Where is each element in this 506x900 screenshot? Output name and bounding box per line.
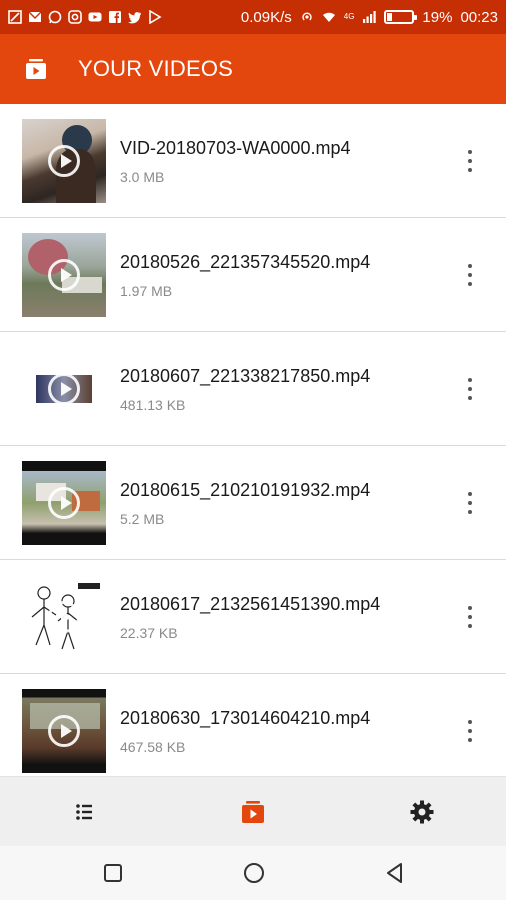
video-title: VID-20180703-WA0000.mp4 xyxy=(120,138,351,158)
nav-list-button[interactable] xyxy=(0,777,169,846)
video-list-item[interactable]: 20180617_2132561451390.mp4 22.37 KB xyxy=(0,560,506,674)
back-icon xyxy=(387,863,402,883)
more-options-icon[interactable] xyxy=(458,714,482,748)
play-icon xyxy=(48,487,80,519)
home-button[interactable] xyxy=(242,861,266,885)
video-thumbnail[interactable] xyxy=(22,233,106,317)
video-list[interactable]: VID-20180703-WA0000.mp4 3.0 MB 20180526_… xyxy=(0,104,506,776)
list-icon xyxy=(76,803,93,820)
videos-icon xyxy=(242,800,264,823)
nav-settings-button[interactable] xyxy=(337,777,506,846)
facebook-icon xyxy=(108,10,122,24)
video-thumbnail[interactable] xyxy=(22,119,106,203)
battery-percent: 19% xyxy=(422,8,453,26)
more-options-icon[interactable] xyxy=(458,486,482,520)
play-icon xyxy=(48,373,80,405)
play-icon xyxy=(48,601,80,633)
video-title: 20180630_173014604210.mp4 xyxy=(120,708,371,728)
more-options-icon[interactable] xyxy=(458,600,482,634)
more-options-icon[interactable] xyxy=(458,144,482,178)
video-list-item[interactable]: 20180607_221338217850.mp4 481.13 KB xyxy=(0,332,506,446)
play-icon xyxy=(48,715,80,747)
home-icon xyxy=(244,863,264,883)
app-bar: YOUR VIDEOS xyxy=(0,34,506,104)
nav-videos-button[interactable] xyxy=(169,777,338,846)
clock: 00:23 xyxy=(460,8,498,26)
video-thumbnail[interactable] xyxy=(22,347,106,431)
app-logo-icon xyxy=(26,59,46,79)
video-list-item[interactable]: 20180615_210210191932.mp4 5.2 MB xyxy=(0,446,506,560)
video-thumbnail[interactable] xyxy=(22,575,106,659)
youtube-icon xyxy=(88,10,102,24)
hotspot-icon xyxy=(300,10,314,24)
page-title: YOUR VIDEOS xyxy=(78,56,234,81)
video-list-item[interactable]: VID-20180703-WA0000.mp4 3.0 MB xyxy=(0,104,506,218)
more-options-icon[interactable] xyxy=(458,372,482,406)
status-indicators: 0.09K/s 4G 19% 00:23 xyxy=(241,9,498,26)
play-icon xyxy=(48,259,80,291)
play-store-icon xyxy=(148,10,162,24)
video-title: 20180607_221338217850.mp4 xyxy=(120,366,371,386)
mail-icon xyxy=(28,10,42,24)
recent-apps-icon xyxy=(104,864,122,882)
video-size: 3.0 MB xyxy=(120,169,165,185)
video-title: 20180615_210210191932.mp4 xyxy=(120,480,371,500)
battery-icon xyxy=(384,10,418,24)
video-size: 22.37 KB xyxy=(120,625,178,641)
system-navigation-bar xyxy=(0,846,506,900)
status-bar: 0.09K/s 4G 19% 00:23 xyxy=(0,0,506,34)
more-options-icon[interactable] xyxy=(458,258,482,292)
video-size: 481.13 KB xyxy=(120,397,186,413)
video-size: 5.2 MB xyxy=(120,511,165,527)
network-type: 4G xyxy=(343,12,355,21)
video-thumbnail[interactable] xyxy=(22,461,106,545)
wifi-icon xyxy=(322,10,336,24)
screenshot-icon xyxy=(8,10,22,24)
instagram-icon xyxy=(68,10,82,24)
signal-icon xyxy=(362,10,377,24)
video-size: 1.97 MB xyxy=(120,283,173,299)
video-size: 467.58 KB xyxy=(120,739,186,755)
video-list-item[interactable]: 20180630_173014604210.mp4 467.58 KB xyxy=(0,674,506,776)
video-title: 20180617_2132561451390.mp4 xyxy=(120,594,381,614)
settings-icon xyxy=(410,800,434,823)
video-thumbnail[interactable] xyxy=(22,689,106,773)
notification-icons xyxy=(8,10,162,24)
video-list-item[interactable]: 20180526_221357345520.mp4 1.97 MB xyxy=(0,218,506,332)
bottom-navigation xyxy=(0,776,506,846)
network-speed: 0.09K/s xyxy=(240,8,292,26)
twitter-icon xyxy=(128,10,142,24)
recent-apps-button[interactable] xyxy=(101,861,125,885)
back-button[interactable] xyxy=(383,861,407,885)
video-title: 20180526_221357345520.mp4 xyxy=(120,252,371,272)
battery-level xyxy=(387,13,393,21)
play-icon xyxy=(48,145,80,177)
whatsapp-icon xyxy=(48,10,62,24)
